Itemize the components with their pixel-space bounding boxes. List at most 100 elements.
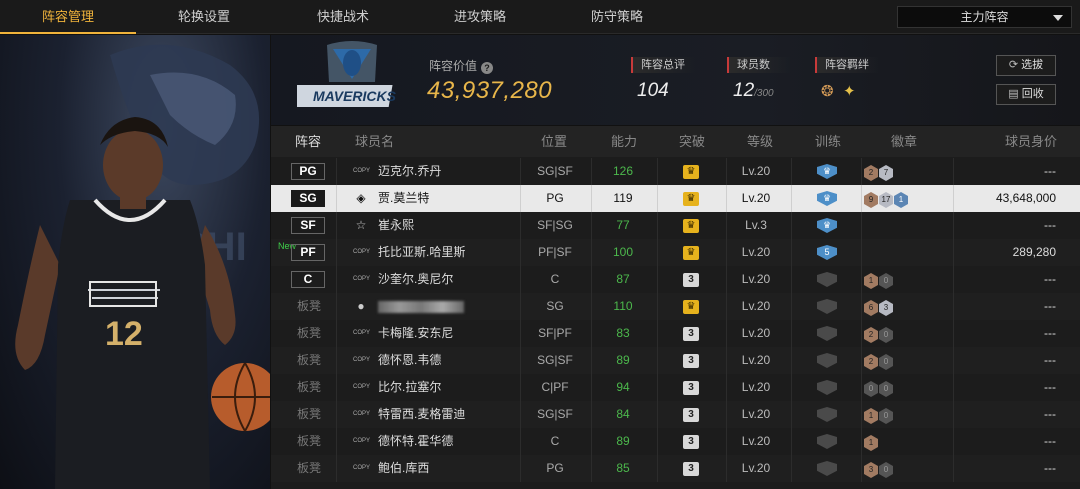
bench-slot[interactable]: 板凳 (297, 293, 321, 320)
player-ability: 94 (616, 380, 630, 394)
col-badges[interactable]: 徽章 (891, 126, 917, 157)
lineup-slot[interactable]: PG (291, 163, 325, 180)
table-row[interactable]: 板凳 COPY 比尔.拉塞尔 C|PF 94 3 Lv.20 0 0 --- (271, 374, 1080, 401)
training-icon[interactable]: ♛ (817, 218, 837, 233)
copy-card-icon: COPY (353, 276, 371, 282)
breakthrough-badge: 3 (683, 354, 699, 368)
table-row[interactable]: 板凳 ● SG 110 ♛ Lv.20 6 3 --- (271, 293, 1080, 320)
player-position: C|PF (541, 380, 569, 394)
bench-slot[interactable]: 板凳 (297, 320, 321, 347)
lineup-value-label: 阵容价值? (429, 57, 494, 74)
badge-list[interactable]: 10 (864, 272, 894, 289)
select-button[interactable]: ⟳ 选拔 (996, 55, 1056, 76)
lineup-slot[interactable]: SG (291, 190, 325, 207)
lineup-select-value: 主力阵容 (960, 10, 1009, 24)
column-divider (657, 320, 658, 347)
player-name[interactable]: 德怀恩.韦德 (378, 347, 441, 374)
recycle-button[interactable]: ▤ 回收 (996, 84, 1056, 105)
tab-offense-strategy[interactable]: 进攻策略 (412, 0, 548, 34)
player-name[interactable]: 托比亚斯.哈里斯 (378, 239, 465, 266)
badge-list[interactable]: 20 (864, 353, 894, 370)
table-row[interactable]: PG COPY 迈克尔.乔丹 SG|SF 126 ♛ Lv.20 ♛ 2 7 --- (271, 158, 1080, 185)
badge-list[interactable]: 27 (864, 164, 894, 181)
tab-rotation-settings[interactable]: 轮换设置 (136, 0, 272, 34)
table-row[interactable]: SG ◈ 贾.莫兰特 PG 119 ♛ Lv.20 ♛ 9 17 1 43,648,000 (271, 185, 1080, 212)
player-name[interactable]: 比尔.拉塞尔 (378, 374, 441, 401)
tab-defense-strategy[interactable]: 防守策略 (549, 0, 685, 34)
tab-lineup-management[interactable]: 阵容管理 (0, 0, 136, 34)
table-row[interactable]: 板凳 COPY 鲍伯.库西 PG 85 3 Lv.20 3 0 --- (271, 455, 1080, 482)
player-name[interactable]: 崔永熙 (378, 212, 414, 239)
column-divider (953, 347, 954, 374)
copy-card-icon: COPY (353, 438, 371, 444)
training-icon[interactable] (817, 407, 837, 422)
training-icon[interactable] (817, 326, 837, 341)
lineup-slot[interactable]: C (291, 271, 325, 288)
column-divider (791, 320, 792, 347)
bench-slot[interactable]: 板凳 (297, 428, 321, 455)
synergy-team-icon[interactable]: ✦ (843, 82, 856, 100)
bench-slot[interactable]: 板凳 (297, 374, 321, 401)
column-divider (953, 158, 954, 185)
column-divider (657, 455, 658, 482)
col-training[interactable]: 训练 (815, 126, 841, 157)
player-illustration: PHI 12 (15, 44, 270, 489)
player-worth: --- (1044, 272, 1056, 286)
help-icon[interactable]: ? (481, 62, 494, 74)
breakthrough-badge: 3 (683, 462, 699, 476)
table-row[interactable]: 板凳 COPY 特雷西.麦格雷迪 SG|SF 84 3 Lv.20 1 0 --- (271, 401, 1080, 428)
col-level[interactable]: 等级 (747, 126, 773, 157)
bench-slot[interactable]: 板凳 (297, 455, 321, 482)
column-divider (953, 401, 954, 428)
badge-list[interactable]: 30 (864, 461, 894, 478)
column-divider (657, 212, 658, 239)
player-name[interactable]: 贾.莫兰特 (378, 185, 429, 212)
team-logo: MAVERICKS (297, 41, 397, 107)
training-icon[interactable] (817, 299, 837, 314)
table-row[interactable]: 板凳 COPY 德怀恩.韦德 SG|SF 89 3 Lv.20 2 0 --- (271, 347, 1080, 374)
column-divider (861, 428, 862, 455)
table-row[interactable]: 板凳 COPY 卡梅隆.安东尼 SF|PF 83 3 Lv.20 2 0 --- (271, 320, 1080, 347)
column-divider (861, 347, 862, 374)
badge-icon: 3 (864, 462, 878, 478)
training-icon[interactable]: ♛ (817, 164, 837, 179)
tab-quick-tactics[interactable]: 快捷战术 (275, 0, 411, 34)
player-name[interactable]: 沙奎尔.奥尼尔 (378, 266, 453, 293)
table-row[interactable]: 板凳 COPY 德怀特.霍华德 C 89 3 Lv.20 1 --- (271, 428, 1080, 455)
badge-list[interactable]: 10 (864, 407, 894, 424)
bench-slot[interactable]: 板凳 (297, 347, 321, 374)
player-name[interactable]: 德怀特.霍华德 (378, 428, 453, 455)
training-icon[interactable] (817, 434, 837, 449)
col-breakthrough[interactable]: 突破 (679, 126, 705, 157)
player-name[interactable]: 迈克尔.乔丹 (378, 158, 441, 185)
badge-list[interactable]: 00 (864, 380, 894, 397)
synergy-coins-icon[interactable]: ❂ (821, 82, 834, 100)
player-name[interactable]: 鲍伯.库西 (378, 455, 429, 482)
lineup-slot[interactable]: PF (291, 244, 325, 261)
badge-icon: 6 (864, 300, 878, 316)
column-divider (953, 185, 954, 212)
training-icon[interactable] (817, 461, 837, 476)
training-icon[interactable]: 5 (817, 245, 837, 260)
col-player-worth[interactable]: 球员身价 (1005, 126, 1057, 157)
training-icon[interactable] (817, 272, 837, 287)
players-count-label: 球员数 (727, 57, 791, 73)
player-name[interactable]: 特雷西.麦格雷迪 (378, 401, 465, 428)
training-icon[interactable]: ♛ (817, 191, 837, 206)
bench-slot[interactable]: 板凳 (297, 401, 321, 428)
lineup-slot[interactable]: SF (291, 217, 325, 234)
badge-list[interactable]: 20 (864, 326, 894, 343)
badge-icon: 1 (864, 435, 878, 451)
table-row[interactable]: C COPY 沙奎尔.奥尼尔 C 87 3 Lv.20 1 0 --- (271, 266, 1080, 293)
training-icon[interactable] (817, 380, 837, 395)
badge-list[interactable]: 63 (864, 299, 894, 316)
table-row[interactable]: SF ☆ 崔永熙 SF|SG 77 ♛ Lv.3 ♛ --- (271, 212, 1080, 239)
col-ability[interactable]: 能力 (611, 126, 637, 157)
player-name[interactable]: 卡梅隆.安东尼 (378, 320, 453, 347)
player-ability: 85 (616, 461, 630, 475)
lineup-select[interactable]: 主力阵容 (897, 6, 1072, 28)
badge-list[interactable]: 1 (864, 434, 879, 451)
training-icon[interactable] (817, 353, 837, 368)
badge-list[interactable]: 9 17 1 (864, 191, 909, 208)
table-row[interactable]: New PF COPY 托比亚斯.哈里斯 PF|SF 100 ♛ Lv.20 5 289,280 (271, 239, 1080, 266)
